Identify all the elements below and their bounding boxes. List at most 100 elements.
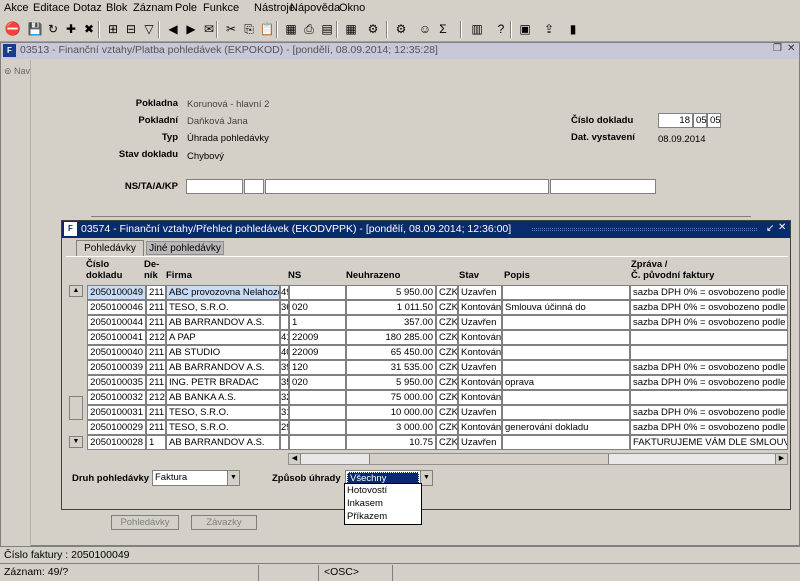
cell-firma[interactable]: AB BARRANDOV A.S.: [166, 435, 280, 450]
cell-firma[interactable]: AB BARRANDOV A.S.: [166, 315, 280, 330]
cell-zprava[interactable]: sazba DPH 0% = osvobozeno podle par: [630, 300, 788, 315]
cell-cislo[interactable]: 2050100049: [87, 285, 146, 300]
cell-mena[interactable]: CZK: [436, 375, 458, 390]
cell-zprava[interactable]: sazba DPH 0% = osvobozeno podle par: [630, 315, 788, 330]
cell-zprava[interactable]: sazba DPH 0% = osvobozeno podle par: [630, 375, 788, 390]
cell-popis[interactable]: [502, 435, 630, 450]
table-icon[interactable]: ▦: [282, 20, 300, 38]
cell-neu[interactable]: 31 535.00: [346, 360, 436, 375]
cell-popis[interactable]: [502, 345, 630, 360]
config-icon[interactable]: ⚙: [364, 20, 382, 38]
report-icon[interactable]: ▣: [516, 20, 534, 38]
cell-den[interactable]: 1: [146, 435, 166, 450]
kp-field[interactable]: [550, 179, 656, 194]
cell-popis[interactable]: generování dokladu: [502, 420, 630, 435]
cell-cislo[interactable]: 2050100040: [87, 345, 146, 360]
copy-icon[interactable]: ⎘: [240, 20, 258, 38]
table-row[interactable]: 2050100039211AB BARRANDOV A.S.3912031 53…: [62, 360, 792, 375]
cell-ns[interactable]: 120: [289, 360, 346, 375]
cell-firma[interactable]: TESO, S.R.O.: [166, 405, 280, 420]
cislo-dokladu-field-3[interactable]: 05: [707, 113, 721, 128]
cell-zprava[interactable]: sazba DPH 0% = osvobozeno podle par: [630, 405, 788, 420]
option-prikazem[interactable]: Příkazem: [347, 511, 387, 522]
cell-stav[interactable]: Uzavřen: [458, 315, 502, 330]
cell-ta[interactable]: 35: [280, 375, 289, 390]
cell-mena[interactable]: CZK: [436, 330, 458, 345]
next-icon[interactable]: ▶: [182, 20, 200, 38]
table-row[interactable]: 2050100041212A PAP4122009180 285.00CZKKo…: [62, 330, 792, 345]
pohledavky-button[interactable]: Pohledávky: [111, 515, 179, 530]
cell-popis[interactable]: oprava: [502, 375, 630, 390]
minimize-icon[interactable]: ↙: [766, 223, 774, 234]
cell-ns[interactable]: [289, 420, 346, 435]
cell-stav[interactable]: Uzavřen: [458, 285, 502, 300]
cell-ns[interactable]: 1: [289, 315, 346, 330]
cell-ta[interactable]: [280, 435, 289, 450]
cell-cislo[interactable]: 2050100044: [87, 315, 146, 330]
menu-3[interactable]: Blok: [106, 2, 127, 14]
doc-icon[interactable]: ▤: [318, 20, 336, 38]
cell-neu[interactable]: 10.75: [346, 435, 436, 450]
cell-ns[interactable]: [289, 285, 346, 300]
cell-mena[interactable]: CZK: [436, 345, 458, 360]
scroll-left-icon[interactable]: ◀: [289, 454, 301, 464]
druh-pohledavky-select[interactable]: Faktura ▼: [152, 470, 240, 486]
menu-4[interactable]: Záznam: [133, 2, 173, 14]
cell-firma[interactable]: AB STUDIO: [166, 345, 280, 360]
paste2-icon[interactable]: ⎙: [300, 20, 318, 38]
menu-8[interactable]: Nápověda: [290, 2, 340, 14]
cell-ns[interactable]: [289, 390, 346, 405]
cell-mena[interactable]: CZK: [436, 435, 458, 450]
nav-label[interactable]: Nav: [14, 66, 30, 76]
sigma-icon[interactable]: Σ: [434, 20, 452, 38]
cell-firma[interactable]: ABC provozovna Nelahoze: [166, 285, 280, 300]
cell-stav[interactable]: Kontován: [458, 345, 502, 360]
cell-popis[interactable]: [502, 330, 630, 345]
scroll-right-icon[interactable]: ▶: [775, 454, 787, 464]
cell-den[interactable]: 211: [146, 315, 166, 330]
paste-icon[interactable]: 📋: [258, 20, 276, 38]
cell-neu[interactable]: 180 285.00: [346, 330, 436, 345]
cell-stav[interactable]: Uzavřen: [458, 360, 502, 375]
cell-stav[interactable]: Kontován: [458, 420, 502, 435]
table-row[interactable]: 2050100031211TESO, S.R.O.31 10 000.00CZKU…: [62, 405, 792, 420]
cell-ns[interactable]: [289, 405, 346, 420]
refresh-icon[interactable]: ↻: [44, 20, 62, 38]
cell-ta[interactable]: 32: [280, 390, 289, 405]
remove-icon[interactable]: ⊟: [122, 20, 140, 38]
ta-field[interactable]: [244, 179, 264, 194]
cell-popis[interactable]: [502, 390, 630, 405]
cell-cislo[interactable]: 2050100046: [87, 300, 146, 315]
cell-firma[interactable]: TESO, S.R.O.: [166, 300, 280, 315]
cell-ta[interactable]: 39: [280, 360, 289, 375]
cell-stav[interactable]: Kontován: [458, 330, 502, 345]
table-row[interactable]: 2050100032212AB BANKA A.S.32 75 000.00CZK…: [62, 390, 792, 405]
table-row[interactable]: 2050100028 1 AB BARRANDOV A.S. 10.75 CZK Uzav…: [62, 435, 792, 450]
close-icon[interactable]: ✕: [778, 222, 786, 233]
horizontal-scroll-thumb[interactable]: [369, 454, 609, 464]
cell-firma[interactable]: A PAP: [166, 330, 280, 345]
grid-icon[interactable]: ▦: [342, 20, 360, 38]
nav-icon[interactable]: ⊚: [4, 66, 12, 77]
cell-den[interactable]: 211: [146, 405, 166, 420]
cell-neu[interactable]: 10 000.00: [346, 405, 436, 420]
cell-den[interactable]: 211: [146, 375, 166, 390]
cislo-dokladu-field-1[interactable]: 18: [658, 113, 693, 128]
cell-stav[interactable]: Kontován: [458, 375, 502, 390]
scroll-thumb[interactable]: [69, 396, 83, 420]
cell-cislo[interactable]: 2050100029: [87, 420, 146, 435]
cell-popis[interactable]: [502, 360, 630, 375]
cell-cislo[interactable]: 2050100039: [87, 360, 146, 375]
cell-den[interactable]: 211: [146, 345, 166, 360]
filter-icon[interactable]: ▽: [140, 20, 158, 38]
user-icon[interactable]: ☺: [416, 20, 434, 38]
cell-ta[interactable]: 36: [280, 300, 289, 315]
cell-den[interactable]: 211: [146, 420, 166, 435]
cell-popis[interactable]: [502, 285, 630, 300]
exit-icon[interactable]: ⛔: [4, 20, 22, 38]
cell-den[interactable]: 212: [146, 330, 166, 345]
chart-icon[interactable]: ▮: [564, 20, 582, 38]
cell-popis[interactable]: [502, 315, 630, 330]
cell-stav[interactable]: Uzavřen: [458, 405, 502, 420]
insert-icon[interactable]: ⊞: [104, 20, 122, 38]
